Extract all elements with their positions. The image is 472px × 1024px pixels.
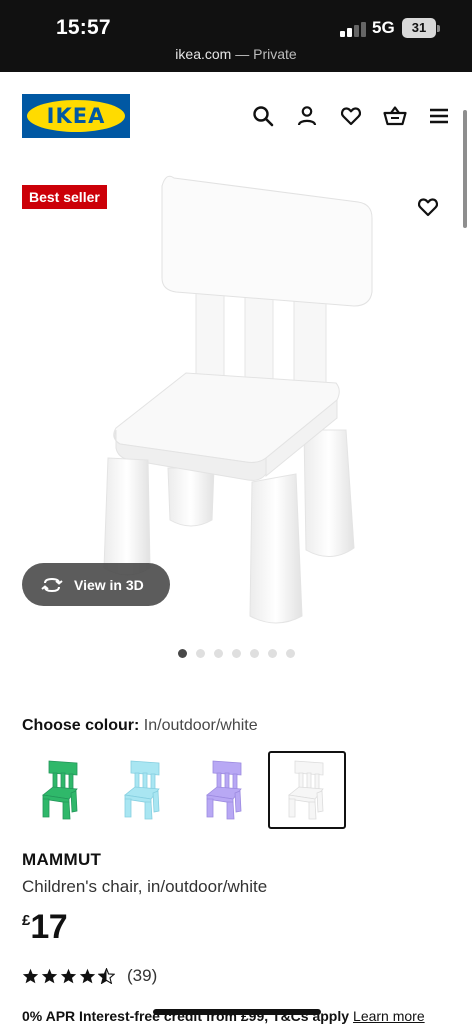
product-name: MAMMUT [22, 850, 102, 869]
star-full-icon [79, 968, 96, 984]
rotate-3d-icon [41, 577, 63, 592]
review-count[interactable]: (39) [127, 966, 157, 986]
menu-icon[interactable] [427, 104, 451, 128]
chair-thumbnail-green [42, 760, 78, 820]
colour-swatch-light-blue[interactable] [104, 751, 182, 829]
colour-chooser-label: Choose colour: In/outdoor/white [22, 717, 258, 735]
account-icon[interactable] [295, 104, 319, 128]
url-host: ikea.com [175, 46, 232, 62]
network-type: 5G [372, 18, 395, 37]
carousel-dot[interactable] [196, 649, 205, 658]
address-bar[interactable]: ikea.com — Private [0, 46, 472, 62]
chair-thumbnail-lilac [206, 760, 242, 820]
star-half-icon [98, 968, 115, 984]
carousel-dot[interactable] [178, 649, 187, 658]
carousel-dot[interactable] [214, 649, 223, 658]
carousel-dot[interactable] [286, 649, 295, 658]
chair-thumbnail-white [288, 760, 324, 820]
page-scrollbar[interactable] [463, 110, 467, 228]
view-in-3d-button[interactable]: View in 3D [22, 563, 170, 606]
carousel-dot[interactable] [268, 649, 277, 658]
product-description: Children's chair, in/outdoor/white [22, 877, 268, 896]
colour-swatch-lilac[interactable] [186, 751, 264, 829]
home-indicator[interactable] [153, 1009, 321, 1015]
product-price: £ 17 [22, 908, 68, 947]
price-amount: 17 [30, 908, 68, 946]
choose-colour-label: Choose colour: [22, 717, 140, 734]
status-time: 15:57 [56, 16, 111, 39]
selected-colour: In/outdoor/white [143, 717, 258, 734]
logo-text: IKEA [46, 104, 106, 128]
colour-swatches [22, 751, 350, 829]
ikea-logo[interactable]: IKEA [22, 94, 130, 138]
star-full-icon [60, 968, 77, 984]
basket-icon[interactable] [383, 104, 407, 128]
colour-swatch-green[interactable] [22, 751, 100, 829]
status-bar: 15:57 5G 31 ikea.com — Private [0, 0, 472, 72]
star-full-icon [22, 968, 39, 984]
signal-icon [340, 21, 366, 37]
site-header: IKEA [0, 72, 472, 162]
star-full-icon [41, 968, 58, 984]
battery-tip [437, 25, 440, 32]
carousel-dot[interactable] [232, 649, 241, 658]
product-image[interactable] [96, 168, 386, 630]
carousel-dot[interactable] [250, 649, 259, 658]
best-seller-badge: Best seller [22, 185, 107, 209]
learn-more-link[interactable]: Learn more [353, 1008, 425, 1024]
price-currency: £ [22, 912, 31, 929]
private-label: — Private [231, 46, 297, 62]
battery-icon: 31 [402, 18, 436, 38]
view-in-3d-label: View in 3D [74, 576, 144, 593]
product-rating[interactable]: (39) [22, 966, 157, 986]
favourite-heart-icon[interactable] [416, 195, 440, 219]
logo-oval: IKEA [27, 100, 125, 132]
heart-icon[interactable] [339, 104, 363, 128]
chair-thumbnail-light-blue [124, 760, 160, 820]
search-icon[interactable] [251, 104, 275, 128]
image-carousel-dots[interactable] [178, 649, 295, 658]
colour-swatch-white[interactable] [268, 751, 346, 829]
